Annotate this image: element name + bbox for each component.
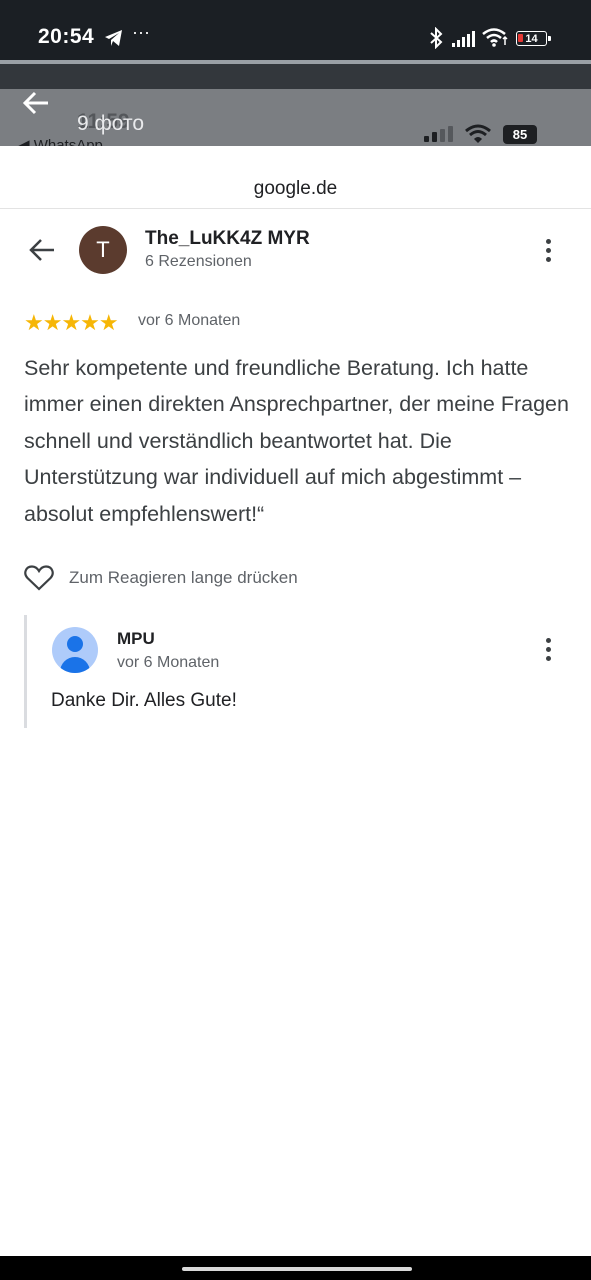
header-band — [0, 64, 591, 89]
more-options-icon[interactable] — [545, 638, 553, 665]
status-bar: 20:54 ··· 14 — [0, 0, 591, 64]
react-hint: Zum Reagieren lange drücken — [69, 568, 298, 587]
reply-divider — [24, 615, 27, 728]
signal-icon — [424, 126, 454, 146]
navigation-bar — [0, 1256, 591, 1280]
wifi-icon — [481, 27, 509, 52]
more-options-icon[interactable] — [545, 239, 553, 266]
reply-author: MPU — [117, 629, 155, 648]
wifi-icon — [465, 124, 491, 146]
screenshot-header: 11:59 9 фото ◀ WhatsApp 85 — [0, 64, 591, 146]
review-text: Sehr kompetente und freundliche Beratung… — [24, 356, 569, 526]
home-handle[interactable] — [182, 1267, 412, 1271]
back-to-whatsapp-link[interactable]: ◀ WhatsApp — [18, 136, 103, 146]
signal-icon — [452, 31, 476, 52]
review-author[interactable]: The_LuKK4Z MYR — [145, 228, 310, 250]
star-rating: ★★★★★ — [24, 310, 119, 335]
avatar — [52, 627, 98, 673]
photo-count-title: 9 фото — [77, 112, 145, 135]
review-count: 6 Rezensionen — [145, 253, 252, 270]
back-arrow-icon[interactable] — [28, 236, 56, 269]
status-time: 20:54 — [38, 25, 95, 48]
url-text: google.de — [253, 178, 338, 199]
overflow-dots-icon: ··· — [132, 22, 150, 42]
url-bar[interactable]: google.de — [0, 146, 591, 209]
reply-text: Danke Dir. Alles Gute! — [51, 690, 237, 711]
avatar[interactable]: T — [79, 226, 127, 274]
person-head — [67, 636, 83, 652]
battery-icon: 85 — [503, 125, 537, 144]
review-date: vor 6 Monaten — [138, 312, 241, 329]
battery-icon: 14 — [516, 31, 551, 46]
heart-icon[interactable] — [24, 565, 54, 596]
bluetooth-icon — [429, 26, 443, 54]
reply-date: vor 6 Monaten — [117, 654, 220, 671]
person-body — [60, 657, 90, 673]
back-arrow-icon[interactable] — [22, 90, 50, 121]
telegram-icon — [104, 29, 124, 52]
